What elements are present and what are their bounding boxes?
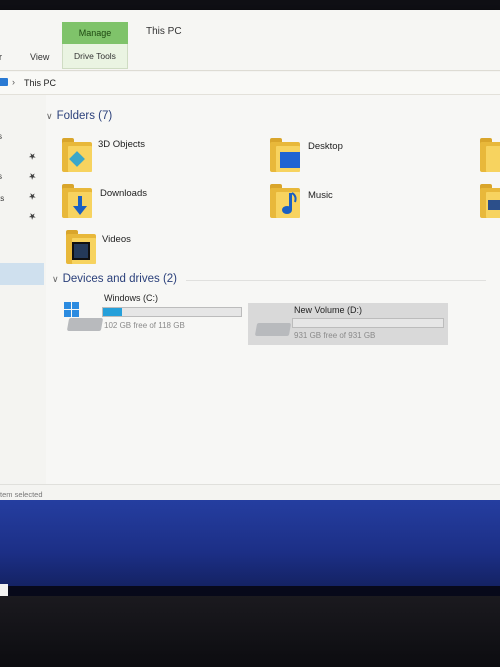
window-title: This PC <box>146 26 182 37</box>
folder-label-videos[interactable]: Videos <box>102 234 131 245</box>
nav-item-selected[interactable] <box>0 263 44 285</box>
downloads-folder-icon <box>73 196 87 215</box>
chevron-down-icon[interactable]: ∨ <box>46 111 53 121</box>
pin-icon[interactable]: ★ <box>25 190 39 204</box>
folder-label-3d-objects[interactable]: 3D Objects <box>98 139 145 150</box>
ribbon-tab-share[interactable]: er <box>0 52 2 62</box>
folder-label-desktop[interactable]: Desktop <box>308 141 343 152</box>
ribbon-tab-drive-tools[interactable]: Drive Tools <box>62 44 128 69</box>
windows-logo-icon <box>64 302 79 317</box>
drives-group-label: Devices and drives (2) <box>62 273 177 285</box>
drive-c-usage-bar <box>102 307 242 317</box>
nav-item-3[interactable]: ts <box>0 194 4 203</box>
breadcrumb-chevron-icon[interactable]: › <box>12 77 15 87</box>
folder-partial[interactable] <box>480 138 500 172</box>
music-folder-icon <box>282 192 297 214</box>
folder-downloads[interactable] <box>62 184 92 218</box>
breadcrumb-this-pc[interactable]: This PC <box>24 78 56 88</box>
drive-d-usage-bar <box>292 318 444 328</box>
screen: Manage This PC er View Drive Tools › Thi… <box>0 0 500 667</box>
manage-tab[interactable]: Manage <box>62 22 128 44</box>
folder-3d-objects[interactable] <box>62 138 92 172</box>
file-explorer-window: Manage This PC er View Drive Tools › Thi… <box>0 10 500 505</box>
folder-desktop[interactable] <box>270 138 300 172</box>
start-button-edge[interactable] <box>0 584 8 596</box>
ribbon-tab-view[interactable]: View <box>30 52 49 62</box>
drives-group-header[interactable]: ∨ Devices and drives (2) <box>52 273 177 285</box>
status-text: tem selected <box>0 490 43 499</box>
drive-d-free-space: 931 GB free of 931 GB <box>294 331 376 340</box>
folder-label-downloads[interactable]: Downloads <box>100 188 147 199</box>
folder-music[interactable] <box>270 184 300 218</box>
desktop-folder-icon <box>280 152 300 168</box>
nav-item-2[interactable]: s <box>0 172 2 181</box>
drive-c-name: Windows (C:) <box>104 293 159 303</box>
videos-folder-icon <box>72 242 90 260</box>
drive-c-usage-fill <box>103 308 123 316</box>
folders-group-label: Folders (7) <box>56 110 113 122</box>
navigation-pane: s s ts ★ ★ ★ ★ <box>0 95 46 485</box>
pin-icon[interactable]: ★ <box>25 170 39 184</box>
pictures-folder-icon <box>488 200 500 210</box>
pin-icon[interactable]: ★ <box>25 150 39 164</box>
windows-drive-icon <box>66 318 104 331</box>
ribbon: er View Drive Tools <box>0 44 500 71</box>
folder-partial[interactable] <box>480 184 500 218</box>
address-bar[interactable]: › This PC <box>0 72 500 95</box>
chevron-down-icon[interactable]: ∨ <box>52 274 59 284</box>
monitor-bezel <box>0 596 500 667</box>
this-pc-icon <box>0 78 8 86</box>
pin-icon[interactable]: ★ <box>25 210 39 224</box>
title-bar: Manage This PC <box>0 10 500 44</box>
desktop-taskbar <box>0 500 500 595</box>
drive-new-volume-d[interactable]: New Volume (D:) 931 GB free of 931 GB <box>248 303 448 345</box>
nav-item-1[interactable]: s <box>0 132 2 141</box>
drive-d-name: New Volume (D:) <box>294 305 363 315</box>
group-divider <box>186 280 486 281</box>
folder-videos[interactable] <box>66 230 96 264</box>
folder-label-music[interactable]: Music <box>308 190 333 201</box>
folders-group-header[interactable]: ∨ Folders (7) <box>46 110 112 122</box>
drive-c-free-space: 102 GB free of 118 GB <box>104 321 185 330</box>
folder-front <box>486 146 500 172</box>
hard-drive-icon <box>254 323 292 336</box>
